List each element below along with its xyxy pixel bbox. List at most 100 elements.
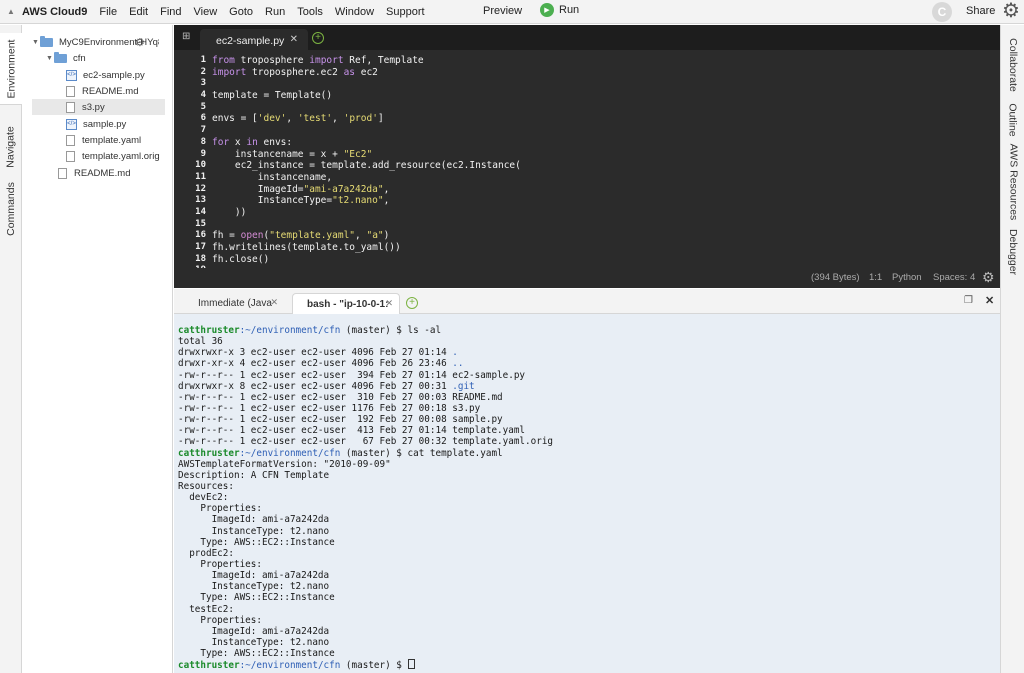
code-line: ec2_instance = template.add_resource(ec2… xyxy=(212,160,521,172)
line-number: 12 xyxy=(195,183,206,194)
tree-file-readme-md[interactable]: README.md xyxy=(66,83,138,99)
code-line: instancename = x + "Ec2" xyxy=(212,148,373,160)
preview-button[interactable]: Preview xyxy=(483,5,522,17)
tab-bash[interactable]: bash - "ip-10-0-1: ✕ xyxy=(292,293,400,314)
line-number: 7 xyxy=(200,125,206,136)
terminal-output: catthruster:~/environment/cfn (master) $… xyxy=(178,325,554,671)
code-editor[interactable]: 12345678910111213141516171819 from tropo… xyxy=(174,50,1000,275)
cursor-position[interactable]: 1:1 xyxy=(869,272,882,283)
line-number: 18 xyxy=(195,253,206,264)
tab-aws-resources[interactable]: AWS Resources xyxy=(1001,143,1024,221)
terminal-line: Properties: xyxy=(178,558,262,570)
run-button[interactable]: ▶ Run xyxy=(540,3,579,17)
line-number: 16 xyxy=(195,230,206,241)
add-tab-icon[interactable]: + xyxy=(312,32,324,44)
terminal-line: -rw-r--r-- 1 ec2-user ec2-user 1176 Feb … xyxy=(178,402,481,414)
terminal-line: -rw-r--r-- 1 ec2-user ec2-user 413 Feb 2… xyxy=(178,425,526,437)
line-number: 3 xyxy=(200,78,206,89)
close-icon[interactable]: ✕ xyxy=(385,298,393,309)
tab-collaborate[interactable]: Collaborate xyxy=(1001,33,1024,97)
line-number: 9 xyxy=(200,148,206,159)
indentation-setting[interactable]: Spaces: 4 xyxy=(933,272,975,283)
terminal-line: Type: AWS::EC2::Instance xyxy=(178,536,335,548)
gear-icon[interactable]: ⚙ xyxy=(135,36,145,49)
file-size: (394 Bytes) xyxy=(811,272,860,283)
terminal-line: drwxr-xr-x 4 ec2-user ec2-user 4096 Feb … xyxy=(178,358,464,370)
terminal-line: total 36 xyxy=(178,336,223,348)
file-icon xyxy=(58,167,67,179)
menu-view[interactable]: View xyxy=(194,6,218,18)
menu-find[interactable]: Find xyxy=(160,6,181,18)
folder-icon xyxy=(40,35,53,47)
caret-down-icon[interactable]: ▼ xyxy=(46,55,54,62)
menu-window[interactable]: Window xyxy=(335,6,374,18)
tree-file-sample-py[interactable]: </> sample.py xyxy=(66,116,126,132)
aws-cloud9-brand-menu[interactable]: AWS Cloud9 xyxy=(22,6,87,18)
language-mode[interactable]: Python xyxy=(892,272,922,283)
tree-file-root-readme-md[interactable]: README.md xyxy=(58,165,130,181)
caret-down-icon[interactable]: ▼ xyxy=(32,39,40,46)
gear-icon[interactable]: ⚙ xyxy=(1002,1,1020,21)
code-content[interactable]: from troposphere import Ref, Template im… xyxy=(212,55,521,277)
tree-file-s3-py[interactable]: s3.py xyxy=(32,99,165,115)
terminal-line: ImageId: ami-a7a242da xyxy=(178,514,330,526)
tree-file-template-yaml-orig[interactable]: template.yaml.orig xyxy=(66,148,160,164)
console-tab-bar: Immediate (Java ✕ bash - "ip-10-0-1: ✕ +… xyxy=(174,289,1000,314)
file-icon xyxy=(66,101,75,113)
close-icon[interactable]: ✕ xyxy=(270,297,278,308)
terminal-line: catthruster:~/environment/cfn (master) $ xyxy=(178,659,553,671)
tab-commands[interactable]: Commands xyxy=(0,177,22,241)
share-button[interactable]: Share xyxy=(966,5,995,17)
add-tab-icon[interactable]: + xyxy=(406,297,418,309)
tree-file-ec2-sample-py[interactable]: </> ec2-sample.py xyxy=(66,67,145,83)
menu-edit[interactable]: Edit xyxy=(129,6,148,18)
tree-root-folder[interactable]: ▼ MyC9Environment-HYq8Fm ⚙ xyxy=(32,34,172,50)
terminal-line: InstanceType: t2.nano xyxy=(178,581,330,593)
line-number: 2 xyxy=(200,66,206,77)
menu-file[interactable]: File xyxy=(99,6,117,18)
menu-support[interactable]: Support xyxy=(386,6,425,18)
terminal-cursor xyxy=(407,659,415,670)
python-file-icon: </> xyxy=(66,118,77,130)
line-number: 1 xyxy=(200,55,206,65)
code-line: for x in envs: xyxy=(212,136,293,148)
tab-outline[interactable]: Outline xyxy=(1001,97,1024,143)
avatar[interactable]: C xyxy=(932,2,952,22)
collapse-triangle-icon[interactable]: ▲ xyxy=(0,7,22,16)
close-icon[interactable]: ✕ xyxy=(290,34,298,45)
file-tree: ▼ MyC9Environment-HYq8Fm ⚙ ▼ cfn </> ec2… xyxy=(22,25,173,673)
gear-icon[interactable]: ⚙ xyxy=(982,269,995,286)
line-number: 8 xyxy=(200,136,206,147)
code-line: envs = ['dev', 'test', 'prod'] xyxy=(212,113,384,125)
code-line: import troposphere.ec2 as ec2 xyxy=(212,66,378,78)
menu-goto[interactable]: Goto xyxy=(229,6,253,18)
terminal-line: -rw-r--r-- 1 ec2-user ec2-user 192 Feb 2… xyxy=(178,414,503,426)
code-line: template = Template() xyxy=(212,90,333,102)
terminal-line: AWSTemplateFormatVersion: "2010-09-09" xyxy=(178,458,391,470)
line-number: 17 xyxy=(195,242,206,252)
maximize-icon[interactable]: ❐ xyxy=(964,295,973,306)
tab-debugger[interactable]: Debugger xyxy=(1001,221,1024,283)
tab-navigate[interactable]: Navigate xyxy=(0,117,22,177)
terminal-line: Type: AWS::EC2::Instance xyxy=(178,648,335,660)
menu-run[interactable]: Run xyxy=(265,6,285,18)
tree-folder-cfn[interactable]: ▼ cfn xyxy=(46,50,86,66)
tab-ec2-sample-py[interactable]: ec2-sample.py ✕ xyxy=(200,29,308,50)
tab-environment[interactable]: Environment xyxy=(0,33,22,105)
tab-immediate[interactable]: Immediate (Java ✕ xyxy=(184,293,284,314)
terminal[interactable]: catthruster:~/environment/cfn (master) $… xyxy=(174,314,1000,673)
editor-status-bar: (394 Bytes) 1:1 Python Spaces: 4 ⚙ xyxy=(174,268,1000,288)
terminal-line: Type: AWS::EC2::Instance xyxy=(178,592,335,604)
code-line: )) xyxy=(212,206,247,218)
folder-icon xyxy=(54,51,67,63)
tab-menu-icon[interactable]: ⊞ xyxy=(182,31,190,42)
menu-tools[interactable]: Tools xyxy=(297,6,323,18)
tree-file-template-yaml[interactable]: template.yaml xyxy=(66,132,141,148)
left-panel-tabs: Environment Navigate Commands xyxy=(0,25,22,673)
editor-tab-bar: ⊞ ec2-sample.py ✕ + xyxy=(174,25,1000,50)
line-number: 11 xyxy=(195,171,206,182)
close-icon[interactable]: ✕ xyxy=(985,294,994,307)
terminal-line: -rw-r--r-- 1 ec2-user ec2-user 67 Feb 27… xyxy=(178,436,554,448)
